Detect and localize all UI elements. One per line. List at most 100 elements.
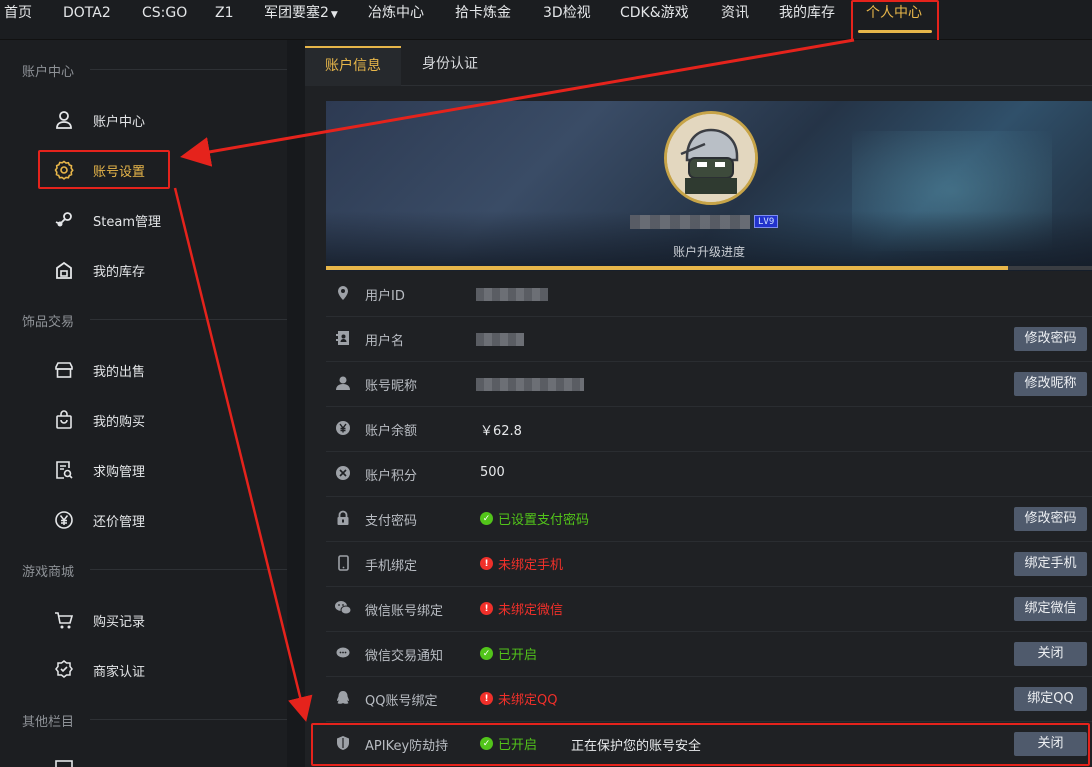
row-label: 账户余额 [365, 424, 418, 439]
badge-icon [52, 658, 76, 682]
location-icon [333, 283, 353, 303]
nav-smelting[interactable]: 冶炼中心 [368, 0, 424, 26]
row-user-id: 用户ID [326, 272, 1092, 317]
yen-circle-icon [333, 418, 353, 438]
sidebar-item-label: 我的出售 [93, 364, 146, 380]
sidebar-item-label: 我的购买 [93, 414, 146, 430]
phone-icon [333, 553, 353, 573]
status-wechat-notify: ✓ 已开启 [480, 644, 537, 663]
tab-identity-verification[interactable]: 身份认证 [402, 46, 498, 86]
status-qq: ! 未绑定QQ [480, 689, 557, 708]
avatar[interactable] [664, 111, 758, 205]
section-title-account: 账户中心 [22, 65, 75, 80]
sidebar-item-merchant-cert[interactable]: 商家认证 [52, 658, 145, 682]
masked-value [476, 333, 524, 346]
bag-icon [52, 408, 76, 432]
section-title-game-store: 游戏商城 [22, 565, 75, 580]
bind-wechat-button[interactable]: 绑定微信 [1014, 597, 1087, 621]
bind-phone-button[interactable]: 绑定手机 [1014, 552, 1087, 576]
row-payment-password: 支付密码 ✓ 已设置支付密码 修改密码 [326, 497, 1092, 542]
exclamation-circle-icon: ! [480, 602, 493, 615]
row-wechat-notify: 微信交易通知 ✓ 已开启 关闭 [326, 632, 1092, 677]
steam-icon [52, 208, 76, 232]
points-value: 500 [480, 465, 505, 480]
sidebar: 账户中心 账户中心 账号设置 Steam管理 我的库存 饰品交易 我的出售 我的… [0, 40, 287, 767]
nav-inventory[interactable]: 我的库存 [779, 0, 835, 26]
message-icon [52, 756, 76, 767]
divider [90, 69, 287, 70]
sidebar-item-label: 还价管理 [93, 514, 146, 530]
sidebar-item-my-purchases[interactable]: 我的购买 [52, 408, 145, 432]
divider [90, 569, 287, 570]
disable-wechat-notify-button[interactable]: 关闭 [1014, 642, 1087, 666]
row-points: 账户积分 500 [326, 452, 1092, 497]
nav-home[interactable]: 首页 [4, 0, 32, 26]
row-phone: 手机绑定 ! 未绑定手机 绑定手机 [326, 542, 1092, 587]
nav-personal-center[interactable]: 个人中心 [866, 0, 922, 26]
exclamation-circle-icon: ! [480, 692, 493, 705]
lock-icon [333, 508, 353, 528]
nav-active-underline [858, 30, 932, 33]
contact-card-icon [333, 328, 353, 348]
sidebar-item-inventory[interactable]: 我的库存 [52, 258, 145, 282]
apikey-protection-note: 正在保护您的账号安全 [571, 739, 702, 754]
nav-cdk-games[interactable]: CDK&游戏 [620, 0, 689, 26]
sidebar-item-label: 账户中心 [93, 114, 146, 130]
row-label: 支付密码 [365, 514, 418, 529]
change-password-button[interactable]: 修改密码 [1014, 327, 1087, 351]
tab-bar: 账户信息 身份认证 [305, 46, 1092, 86]
row-label: 账户积分 [365, 469, 418, 484]
nav-tf2[interactable]: 军团要塞2 ▼ [264, 0, 338, 26]
upgrade-progress-fill [326, 266, 1008, 270]
sidebar-item-partial[interactable] [52, 756, 93, 767]
sidebar-item-label: 商家认证 [93, 664, 146, 680]
inventory-icon [52, 258, 76, 282]
tab-account-info[interactable]: 账户信息 [305, 46, 401, 86]
level-badge: LV9 [754, 215, 779, 228]
sidebar-item-label: 账号设置 [93, 164, 146, 180]
sidebar-item-label: 我的库存 [93, 264, 146, 280]
user-icon [52, 108, 76, 132]
nav-z1[interactable]: Z1 [215, 0, 234, 26]
sidebar-item-account-settings[interactable]: 账号设置 [52, 158, 145, 182]
divider [90, 319, 287, 320]
sidebar-item-my-sales[interactable]: 我的出售 [52, 358, 145, 382]
check-circle-icon: ✓ [480, 737, 493, 750]
username-masked [630, 215, 750, 229]
sidebar-item-label: 购买记录 [93, 614, 146, 630]
chevron-down-icon: ▼ [330, 10, 338, 20]
upgrade-progress-label: 账户升级进度 [672, 245, 745, 259]
check-circle-icon: ✓ [480, 512, 493, 525]
sidebar-item-counter-offers[interactable]: 还价管理 [52, 508, 145, 532]
main-panel: 账户信息 身份认证 LV9 账户升级进度 用户ID 用户名 修改密码 账号昵称 … [305, 40, 1092, 767]
nav-card-alchemy[interactable]: 拾卡炼金 [455, 0, 511, 26]
row-balance: 账户余额 ￥62.8 [326, 407, 1092, 452]
nav-news[interactable]: 资讯 [721, 0, 749, 26]
sidebar-item-buy-orders[interactable]: 求购管理 [52, 458, 145, 482]
check-circle-icon: ✓ [480, 647, 493, 660]
wechat-icon [333, 598, 353, 618]
cart-icon [52, 608, 76, 632]
row-label: 微信账号绑定 [365, 604, 444, 619]
nav-dota2[interactable]: DOTA2 [63, 0, 111, 26]
exclamation-circle-icon: ! [480, 557, 493, 570]
nav-csgo[interactable]: CS:GO [142, 0, 187, 26]
bind-qq-button[interactable]: 绑定QQ [1014, 687, 1087, 711]
sidebar-item-account-center[interactable]: 账户中心 [52, 108, 145, 132]
status-text: 未绑定微信 [498, 603, 564, 618]
nav-3d-inspect[interactable]: 3D检视 [543, 0, 591, 26]
row-qq-bind: QQ账号绑定 ! 未绑定QQ 绑定QQ [326, 677, 1092, 722]
divider [90, 719, 287, 720]
change-payment-password-button[interactable]: 修改密码 [1014, 507, 1087, 531]
row-wechat-bind: 微信账号绑定 ! 未绑定微信 绑定微信 [326, 587, 1092, 632]
points-icon [333, 463, 353, 483]
section-title-other: 其他栏目 [22, 715, 75, 730]
disable-apikey-protection-button[interactable]: 关闭 [1014, 732, 1087, 756]
nav-tf2-label: 军团要塞2 [264, 5, 329, 21]
sidebar-item-purchase-history[interactable]: 购买记录 [52, 608, 145, 632]
sidebar-item-steam[interactable]: Steam管理 [52, 208, 161, 232]
row-label: 手机绑定 [365, 559, 418, 574]
change-nickname-button[interactable]: 修改昵称 [1014, 372, 1087, 396]
row-label: 账号昵称 [365, 379, 418, 394]
status-wechat: ! 未绑定微信 [480, 599, 563, 618]
